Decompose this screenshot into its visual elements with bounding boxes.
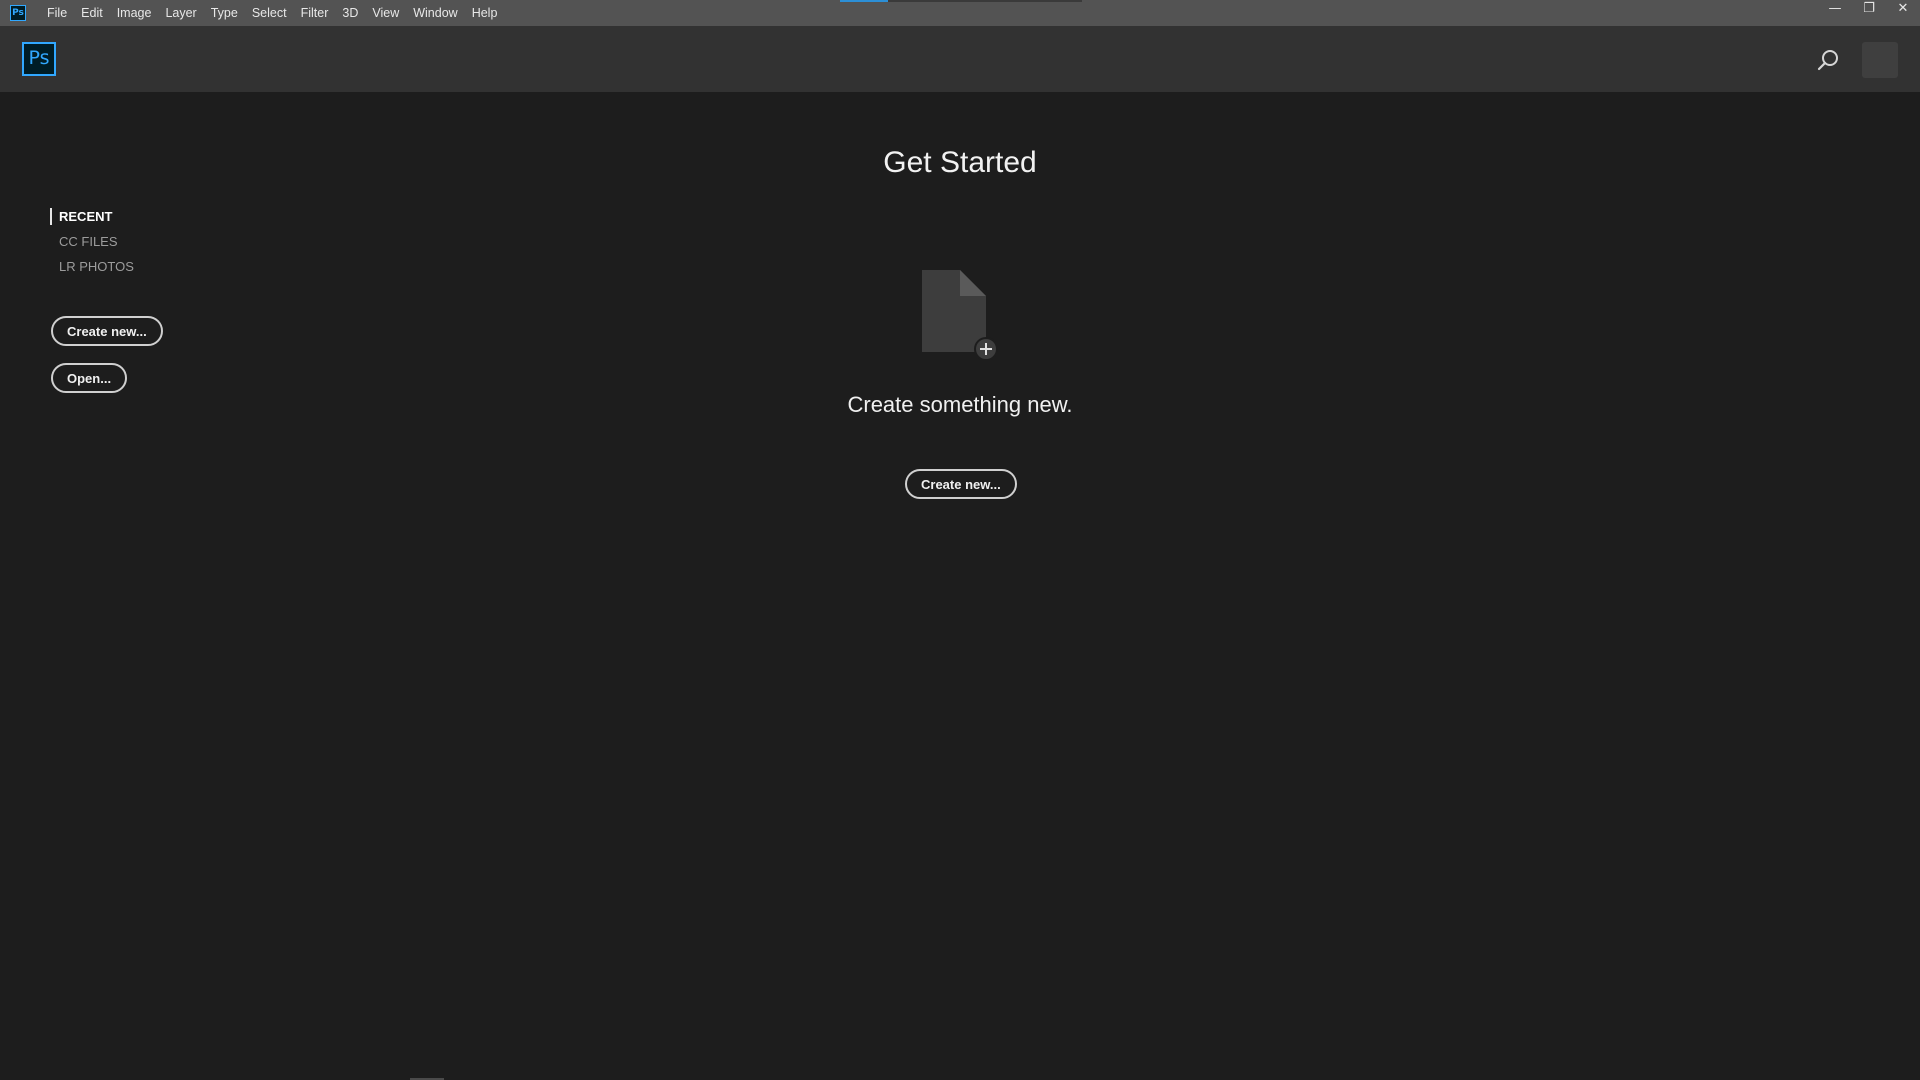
menu-help[interactable]: Help [465,0,505,26]
sidebar-nav: RECENT CC FILES LR PHOTOS [50,204,134,279]
menu-view[interactable]: View [365,0,406,26]
menu-select[interactable]: Select [245,0,294,26]
menu-3d[interactable]: 3D [335,0,365,26]
app-icon[interactable]: Ps [10,5,26,21]
loading-indicator-fill [840,0,888,2]
window-controls: — ❐ ✕ [1818,0,1920,26]
menu-file[interactable]: File [40,0,74,26]
search-icon [1817,50,1838,71]
empty-state-message: Create something new. [847,392,1073,417]
page-title: Get Started [883,146,1037,179]
menu-filter[interactable]: Filter [294,0,336,26]
loading-indicator [840,0,1082,2]
photoshop-logo[interactable]: Ps [22,42,56,76]
minimize-button[interactable]: — [1818,0,1852,20]
menu-bar: Ps File Edit Image Layer Type Select Fil… [0,0,1920,26]
menu-edit[interactable]: Edit [74,0,110,26]
restore-button[interactable]: ❐ [1852,0,1886,20]
new-file-icon [922,270,998,360]
app-header: Ps [0,26,1920,93]
menu-type[interactable]: Type [204,0,245,26]
sidebar-create-new-button[interactable]: Create new... [51,316,163,346]
menu-layer[interactable]: Layer [158,0,203,26]
close-button[interactable]: ✕ [1886,0,1920,20]
avatar[interactable] [1862,42,1898,78]
create-new-button[interactable]: Create new... [905,469,1017,499]
search-button[interactable] [1814,46,1842,74]
sidebar-item-recent[interactable]: RECENT [50,204,134,229]
sidebar-item-cc-files[interactable]: CC FILES [50,229,134,254]
start-workspace: RECENT CC FILES LR PHOTOS Create new... … [0,92,1920,1080]
menu-window[interactable]: Window [406,0,464,26]
menu-image[interactable]: Image [110,0,159,26]
sidebar-open-button[interactable]: Open... [51,363,128,393]
sidebar-item-lr-photos[interactable]: LR PHOTOS [50,254,134,279]
